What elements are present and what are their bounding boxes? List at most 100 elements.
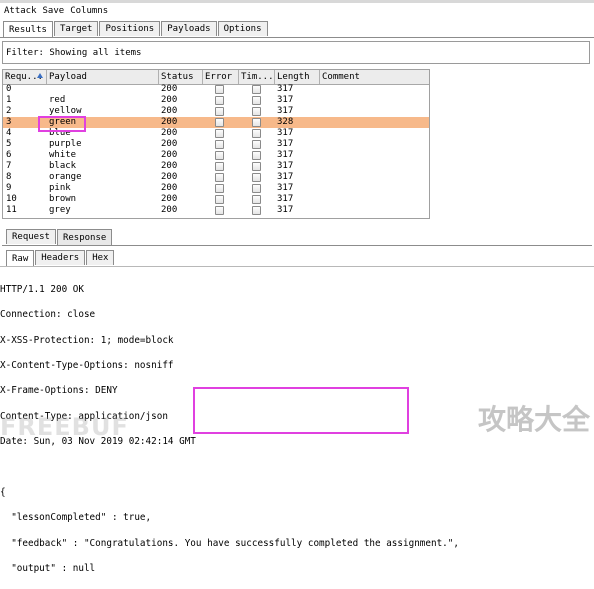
timeout-checkbox <box>252 195 261 204</box>
tab-response[interactable]: Response <box>56 229 113 246</box>
cell-status: 200 <box>161 117 178 127</box>
table-row[interactable]: 0 200 317 <box>3 84 429 95</box>
menu-save[interactable]: Save <box>43 6 65 16</box>
filter-bar[interactable]: Filter: Showing all items <box>2 41 590 64</box>
tab-raw[interactable]: Raw <box>6 250 35 267</box>
cell-length: 317 <box>277 194 294 204</box>
error-checkbox <box>215 173 224 182</box>
cell-payload: purple <box>49 139 82 149</box>
cell-status: 200 <box>161 84 178 94</box>
cell-status: 200 <box>161 150 178 160</box>
table-row[interactable]: 1 red 200 317 <box>3 95 429 106</box>
timeout-checkbox <box>252 162 261 171</box>
col-timeout-label: Tim... <box>241 72 274 82</box>
cell-request: 9 <box>6 183 12 193</box>
cell-payload: brown <box>49 194 77 204</box>
menu-columns[interactable]: Columns <box>70 6 108 16</box>
annotation-box-green <box>38 116 86 132</box>
col-comment-label: Comment <box>322 72 360 82</box>
response-line: ​ <box>0 462 594 475</box>
tab-request[interactable]: Request <box>6 229 56 244</box>
col-timeout[interactable]: Tim... <box>239 70 275 84</box>
col-comment[interactable]: Comment <box>320 70 429 84</box>
timeout-checkbox <box>252 107 261 116</box>
timeout-checkbox <box>252 96 261 105</box>
cell-request: 3 <box>6 117 12 127</box>
response-line: "feedback" : "Congratulations. You have … <box>0 537 459 549</box>
col-length[interactable]: Length <box>275 70 320 84</box>
tab-bar-divider <box>0 37 594 38</box>
sort-ascending-icon <box>37 73 43 78</box>
cell-request: 6 <box>6 150 12 160</box>
table-row[interactable]: 6 white 200 317 <box>3 150 429 161</box>
cell-length: 317 <box>277 84 294 94</box>
cell-payload: red <box>49 95 66 105</box>
tab-target[interactable]: Target <box>53 21 99 36</box>
col-error[interactable]: Error <box>203 70 239 84</box>
error-checkbox <box>215 129 224 138</box>
filter-text: Filter: Showing all items <box>6 47 142 58</box>
error-checkbox <box>215 151 224 160</box>
cell-payload: black <box>49 161 77 171</box>
cell-length: 328 <box>277 117 294 127</box>
response-line: HTTP/1.1 200 OK <box>0 283 84 295</box>
cell-request: 8 <box>6 172 12 182</box>
error-checkbox <box>215 118 224 127</box>
tab-positions[interactable]: Positions <box>99 21 161 36</box>
response-line: X-XSS-Protection: 1; mode=block <box>0 334 174 346</box>
cell-status: 200 <box>161 106 178 116</box>
table-row[interactable]: 7 black 200 317 <box>3 161 429 172</box>
timeout-checkbox <box>252 118 261 127</box>
table-header: Requ... Payload Status Error Tim... Leng… <box>3 70 429 85</box>
tab-options[interactable]: Options <box>217 21 268 36</box>
response-line: { <box>0 486 6 498</box>
col-status[interactable]: Status <box>159 70 203 84</box>
timeout-checkbox <box>252 173 261 182</box>
col-payload[interactable]: Payload <box>47 70 159 84</box>
tab-headers[interactable]: Headers <box>35 250 86 265</box>
table-row[interactable]: 5 purple 200 317 <box>3 139 429 150</box>
cell-length: 317 <box>277 95 294 105</box>
cell-length: 317 <box>277 161 294 171</box>
cell-status: 200 <box>161 205 178 215</box>
error-checkbox <box>215 85 224 94</box>
response-line: "output" : null <box>0 563 96 575</box>
watermark-left: FREEBUF <box>0 413 129 441</box>
error-checkbox <box>215 162 224 171</box>
cell-length: 317 <box>277 106 294 116</box>
table-row[interactable]: 11 grey 200 317 <box>3 205 429 216</box>
cell-request: 1 <box>6 95 12 105</box>
cell-length: 317 <box>277 139 294 149</box>
table-row[interactable]: 10 brown 200 317 <box>3 194 429 205</box>
col-request[interactable]: Requ... <box>3 70 47 84</box>
cell-request: 11 <box>6 205 17 215</box>
col-length-label: Length <box>277 72 310 82</box>
col-error-label: Error <box>205 72 233 82</box>
cell-payload: grey <box>49 205 71 215</box>
view-tab-bar: Raw Headers Hex <box>6 250 115 267</box>
results-tab-bar: Results Target Positions Payloads Option… <box>3 21 269 38</box>
cell-request: 2 <box>6 106 12 116</box>
cell-length: 317 <box>277 128 294 138</box>
response-line: Connection: close <box>0 309 96 321</box>
results-table: Requ... Payload Status Error Tim... Leng… <box>2 69 430 219</box>
cell-length: 317 <box>277 172 294 182</box>
cell-request: 5 <box>6 139 12 149</box>
error-checkbox <box>215 195 224 204</box>
timeout-checkbox <box>252 85 261 94</box>
table-row[interactable]: 8 orange 200 317 <box>3 172 429 183</box>
col-status-label: Status <box>161 72 194 82</box>
menu-attack[interactable]: Attack <box>4 6 37 16</box>
cell-status: 200 <box>161 95 178 105</box>
request-response-tab-bar: Request Response <box>6 229 113 246</box>
panel-divider <box>2 245 592 246</box>
watermark-right: 攻略大全 <box>478 403 591 436</box>
col-payload-label: Payload <box>49 72 87 82</box>
cell-length: 317 <box>277 183 294 193</box>
tab-results[interactable]: Results <box>3 21 53 38</box>
cell-payload: orange <box>49 172 82 182</box>
tab-payloads[interactable]: Payloads <box>161 21 217 36</box>
tab-hex[interactable]: Hex <box>86 250 115 265</box>
table-row[interactable]: 9 pink 200 317 <box>3 183 429 194</box>
error-checkbox <box>215 140 224 149</box>
